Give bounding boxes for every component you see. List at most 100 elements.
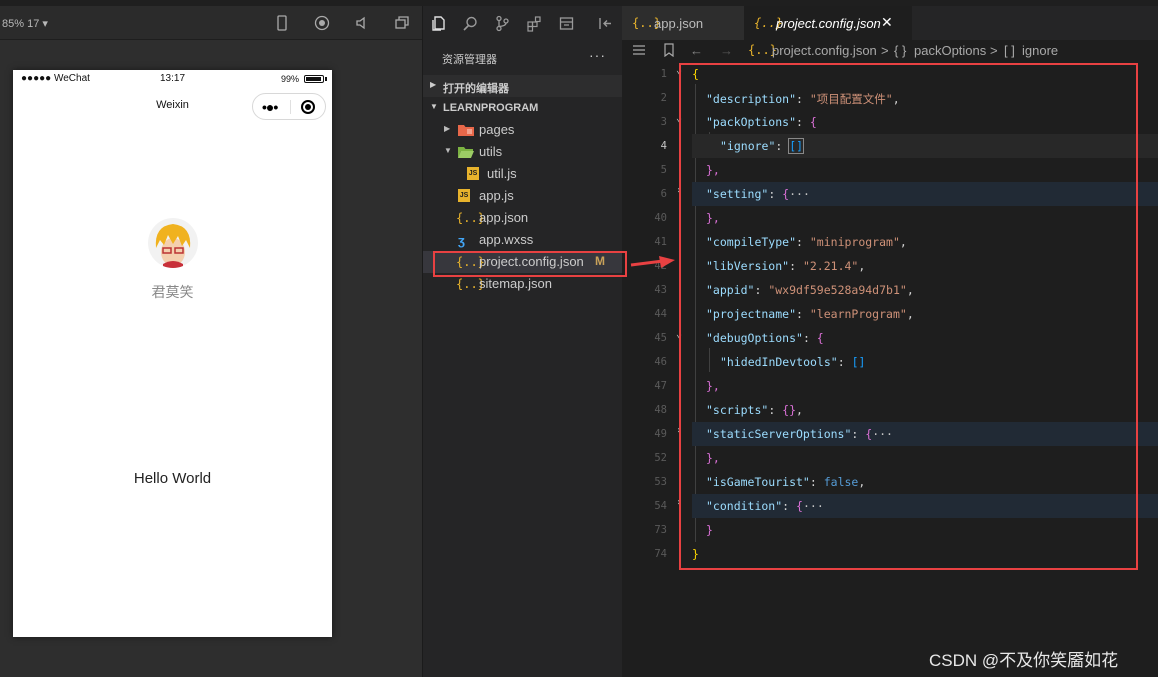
breadcrumb-file[interactable]: project.config.json xyxy=(772,43,877,58)
code-text: }, xyxy=(706,451,720,465)
breadcrumb-sep: > xyxy=(990,43,998,58)
json-value: "2.21.4" xyxy=(802,259,859,273)
code-line: 53 "isGameTourist": false, xyxy=(622,470,1158,494)
modified-badge: M xyxy=(595,254,605,268)
json-key: "scripts" xyxy=(706,403,769,417)
line-number: 3 xyxy=(660,116,667,128)
json-key: "hidedInDevtools" xyxy=(720,355,838,369)
code-text: }, xyxy=(706,163,720,177)
fold-open-icon[interactable]: ⌄ xyxy=(676,65,682,76)
code-line: 2 "description": "项目配置文件", xyxy=(622,86,1158,110)
fold-open-icon[interactable]: ⌄ xyxy=(676,113,682,124)
json-key: "libVersion" xyxy=(706,259,790,273)
code-text: }, xyxy=(706,211,720,225)
code-area[interactable]: 1 ⌄ { 2 "description": "项目配置文件", 3 ⌄ "pa… xyxy=(622,62,1158,622)
json-file-icon: {..} xyxy=(456,277,485,291)
folder-icon xyxy=(458,123,474,137)
fold-closed-icon[interactable]: › xyxy=(676,497,682,508)
json-key: "compileType" xyxy=(706,235,797,249)
volume-icon[interactable] xyxy=(354,15,370,31)
tree-item-project-config-json[interactable]: {..} project.config.json M xyxy=(423,251,622,273)
line-number: 47 xyxy=(654,380,667,392)
extensions-icon[interactable] xyxy=(526,15,543,32)
bookmark-icon[interactable] xyxy=(662,43,676,60)
line-number: 54 xyxy=(654,500,667,512)
more-dots-icon[interactable]: •●• xyxy=(262,100,278,114)
json-bracket: [] xyxy=(851,355,866,369)
code-line: 1 ⌄ { xyxy=(622,62,1158,86)
code-line: 52 }, xyxy=(622,446,1158,470)
json-bracket: [] xyxy=(788,138,805,154)
section-open-editors[interactable]: ▶ 打开的编辑器 xyxy=(423,75,622,97)
code-line: 4 "ignore": [] xyxy=(622,134,1158,158)
record-icon[interactable] xyxy=(314,15,330,31)
line-number: 45 xyxy=(654,332,667,344)
tab-project-config-json[interactable]: {..} project.config.json ✕ xyxy=(744,6,912,40)
code-line: 40 }, xyxy=(622,206,1158,230)
code-line: 47 }, xyxy=(622,374,1158,398)
json-file-icon: {..} xyxy=(456,255,485,269)
panel-icon[interactable] xyxy=(558,15,575,32)
folded-ellipsis[interactable]: ··· xyxy=(872,427,893,441)
json-file-icon: {..} xyxy=(456,211,485,225)
source-control-icon[interactable] xyxy=(494,15,511,32)
tree-item-label: app.js xyxy=(479,188,514,203)
window-icon[interactable] xyxy=(394,15,410,31)
breadcrumb-sep: > xyxy=(881,43,889,58)
json-bracket: { xyxy=(796,499,803,513)
fold-closed-icon[interactable]: › xyxy=(676,425,682,436)
tree-item-pages[interactable]: ▶ pages xyxy=(423,119,622,141)
section-label: 打开的编辑器 xyxy=(443,83,509,95)
code-line: 49 › "staticServerOptions": {··· xyxy=(622,422,1158,446)
section-label: LEARNPROGRAM xyxy=(443,102,539,114)
tree-item-app-js[interactable]: JS app.js xyxy=(423,185,622,207)
device-icon[interactable] xyxy=(274,15,290,31)
simulator-toolbar: 85% 17 ▾ xyxy=(0,6,423,40)
zoom-select[interactable]: 85% 17 ▾ xyxy=(2,17,48,30)
tree-item-app-wxss[interactable]: ʒ app.wxss xyxy=(423,229,622,251)
back-arrow-icon[interactable]: ← xyxy=(690,43,703,58)
code-text: }, xyxy=(706,379,720,393)
tab-label: project.config.json xyxy=(776,16,881,31)
outline-icon[interactable] xyxy=(632,43,646,60)
tree-item-label: sitemap.json xyxy=(479,276,552,291)
tree-item-app-json[interactable]: {..} app.json xyxy=(423,207,622,229)
section-project[interactable]: ▼ LEARNPROGRAM xyxy=(423,97,622,119)
fold-open-icon[interactable]: ⌄ xyxy=(676,329,682,340)
close-miniprogram-icon[interactable] xyxy=(301,100,315,114)
signal-text: ●●●●● WeChat xyxy=(21,73,90,84)
more-actions-icon[interactable]: ··· xyxy=(589,47,606,63)
forward-arrow-icon[interactable]: → xyxy=(720,43,733,58)
line-number: 40 xyxy=(654,212,667,224)
collapse-sidebar-icon[interactable] xyxy=(597,15,614,32)
phone-status-bar: ●●●●● WeChat 13:17 99% xyxy=(13,70,332,88)
code-line: 6 › "setting": {··· xyxy=(622,182,1158,206)
simulator-panel: 85% 17 ▾ ●●●●● WeChat 13:17 99% Weixin •… xyxy=(0,6,423,677)
capsule-menu: •●• xyxy=(252,93,326,120)
tab-label: app.json xyxy=(654,16,704,31)
chevron-down-icon: ▼ xyxy=(430,102,438,111)
tree-item-sitemap-json[interactable]: {..} sitemap.json xyxy=(423,273,622,295)
folded-ellipsis[interactable]: ··· xyxy=(789,187,810,201)
json-key: "isGameTourist" xyxy=(706,475,810,489)
avatar[interactable] xyxy=(148,218,198,268)
tree-item-util-js[interactable]: JS util.js xyxy=(423,163,622,185)
line-number: 43 xyxy=(654,284,667,296)
files-icon[interactable] xyxy=(430,15,447,32)
code-line: 5 }, xyxy=(622,158,1158,182)
fold-closed-icon[interactable]: › xyxy=(676,185,682,196)
code-line: 42 "libVersion": "2.21.4", xyxy=(622,254,1158,278)
chevron-right-icon: ▶ xyxy=(430,80,437,89)
breadcrumb-packoptions[interactable]: packOptions xyxy=(914,43,986,58)
search-icon[interactable] xyxy=(462,15,479,32)
code-line: 3 ⌄ "packOptions": { xyxy=(622,110,1158,134)
json-value: false xyxy=(823,475,859,489)
tree-item-label: utils xyxy=(479,144,503,159)
tab-app-json[interactable]: {..} app.json xyxy=(622,6,744,40)
folded-ellipsis[interactable]: ··· xyxy=(803,499,824,513)
close-tab-icon[interactable]: ✕ xyxy=(881,14,893,31)
tree-item-utils[interactable]: ▼ utils xyxy=(423,141,622,163)
json-key: "packOptions" xyxy=(706,115,797,129)
breadcrumb-ignore[interactable]: ignore xyxy=(1022,43,1058,58)
line-number: 44 xyxy=(654,308,667,320)
